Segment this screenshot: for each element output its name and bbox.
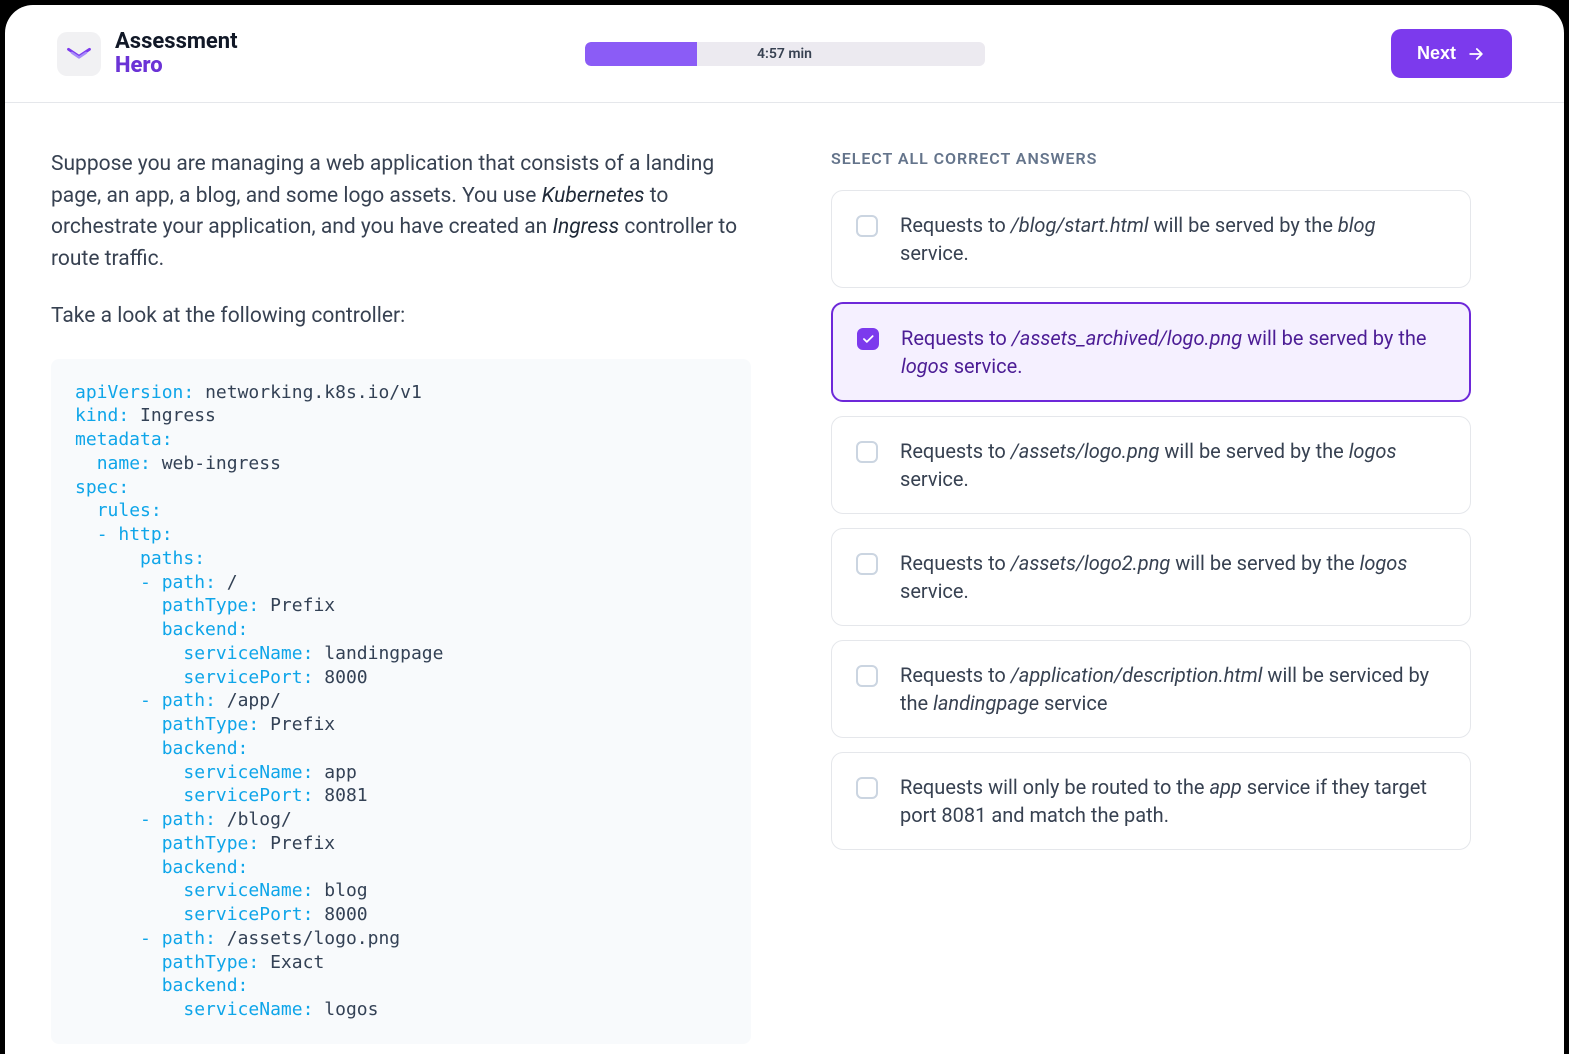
code-v: 8000 <box>324 667 367 688</box>
code-v: logos <box>324 999 378 1020</box>
timer-label: 4:57 min <box>585 42 985 66</box>
code-k: path: <box>162 690 216 711</box>
code-v: /blog/ <box>227 809 292 830</box>
answers-column: SELECT ALL CORRECT ANSWERS Requests to /… <box>831 149 1471 1054</box>
answer-text: Requests to /blog/start.html will be ser… <box>900 211 1446 267</box>
code-k: pathType: <box>162 833 260 854</box>
code-k: kind: <box>75 405 129 426</box>
answer-text: Requests to /assets_archived/logo.png wi… <box>901 324 1445 380</box>
header: Assessment Hero 4:57 min Next <box>5 5 1564 103</box>
q-p1-em1: Kubernetes <box>542 184 645 208</box>
code-k: backend: <box>162 975 249 996</box>
code-v: Prefix <box>270 595 335 616</box>
code-k: serviceName: <box>183 880 313 901</box>
code-v: web-ingress <box>162 453 281 474</box>
answer-option-1[interactable]: Requests to /assets_archived/logo.png wi… <box>831 302 1471 402</box>
q-p1-em2: Ingress <box>552 215 619 239</box>
code-k: backend: <box>162 619 249 640</box>
brand: Assessment Hero <box>57 30 477 76</box>
code-block: apiVersion: networking.k8s.io/v1 kind: I… <box>51 359 751 1044</box>
answers-list: Requests to /blog/start.html will be ser… <box>831 190 1471 850</box>
code-v: networking.k8s.io/v1 <box>205 382 422 403</box>
answers-title: SELECT ALL CORRECT ANSWERS <box>831 149 1471 168</box>
code-k: pathType: <box>162 952 260 973</box>
answer-checkbox[interactable] <box>856 215 878 237</box>
brand-text: Assessment Hero <box>115 30 238 76</box>
next-button-label: Next <box>1417 43 1456 64</box>
code-v: 8081 <box>324 785 367 806</box>
answer-option-2[interactable]: Requests to /assets/logo.png will be ser… <box>831 416 1471 514</box>
code-dash: - <box>140 572 151 593</box>
code-v: Prefix <box>270 714 335 735</box>
code-dash: - <box>97 524 108 545</box>
code-v: app <box>324 762 357 783</box>
code-k: servicePort: <box>183 785 313 806</box>
code-v: /assets/logo.png <box>227 928 400 949</box>
code-k: backend: <box>162 857 249 878</box>
code-k: apiVersion: <box>75 382 194 403</box>
code-k: servicePort: <box>183 667 313 688</box>
answer-option-3[interactable]: Requests to /assets/logo2.png will be se… <box>831 528 1471 626</box>
answer-text: Requests to /application/description.htm… <box>900 661 1446 717</box>
code-v: 8000 <box>324 904 367 925</box>
answer-option-0[interactable]: Requests to /blog/start.html will be ser… <box>831 190 1471 288</box>
code-k: spec: <box>75 477 129 498</box>
code-v: Exact <box>270 952 324 973</box>
question-paragraph-2: Take a look at the following controller: <box>51 301 751 333</box>
code-v: landingpage <box>324 643 443 664</box>
code-k: name: <box>97 453 151 474</box>
content: Suppose you are managing a web applicati… <box>5 103 1564 1054</box>
question-text: Suppose you are managing a web applicati… <box>51 149 751 333</box>
answer-text: Requests to /assets/logo2.png will be se… <box>900 549 1446 605</box>
code-k: paths: <box>140 548 205 569</box>
progress-bar-wrap: 4:57 min <box>501 42 1068 66</box>
code-k: pathType: <box>162 714 260 735</box>
answer-checkbox[interactable] <box>856 777 878 799</box>
answer-option-5[interactable]: Requests will only be routed to the app … <box>831 752 1471 850</box>
answer-option-4[interactable]: Requests to /application/description.htm… <box>831 640 1471 738</box>
answer-checkbox[interactable] <box>857 328 879 350</box>
code-dash: - <box>140 928 151 949</box>
answer-checkbox[interactable] <box>856 665 878 687</box>
code-dash: - <box>140 690 151 711</box>
code-k: serviceName: <box>183 999 313 1020</box>
code-k: serviceName: <box>183 643 313 664</box>
code-k: path: <box>162 572 216 593</box>
answer-checkbox[interactable] <box>856 441 878 463</box>
answer-text: Requests will only be routed to the app … <box>900 773 1446 829</box>
code-k: servicePort: <box>183 904 313 925</box>
answer-checkbox[interactable] <box>856 553 878 575</box>
code-k: path: <box>162 809 216 830</box>
next-button[interactable]: Next <box>1391 29 1512 78</box>
code-v: / <box>227 572 238 593</box>
code-k: rules: <box>97 500 162 521</box>
answer-text: Requests to /assets/logo.png will be ser… <box>900 437 1446 493</box>
brand-line1: Assessment <box>115 30 238 53</box>
code-v: Prefix <box>270 833 335 854</box>
code-v: /app/ <box>227 690 281 711</box>
question-paragraph-1: Suppose you are managing a web applicati… <box>51 149 751 275</box>
code-k: path: <box>162 928 216 949</box>
code-dash: - <box>140 809 151 830</box>
code-k: http: <box>118 524 172 545</box>
code-v: blog <box>324 880 367 901</box>
brand-logo-icon <box>57 32 101 76</box>
header-right: Next <box>1092 29 1512 78</box>
brand-line2: Hero <box>115 54 238 77</box>
app-window: Assessment Hero 4:57 min Next <box>5 5 1564 1054</box>
arrow-right-icon <box>1466 44 1486 64</box>
code-k: metadata: <box>75 429 173 450</box>
question-column: Suppose you are managing a web applicati… <box>51 149 751 1054</box>
code-k: pathType: <box>162 595 260 616</box>
code-k: backend: <box>162 738 249 759</box>
code-v: Ingress <box>140 405 216 426</box>
timer-progress: 4:57 min <box>585 42 985 66</box>
code-k: serviceName: <box>183 762 313 783</box>
